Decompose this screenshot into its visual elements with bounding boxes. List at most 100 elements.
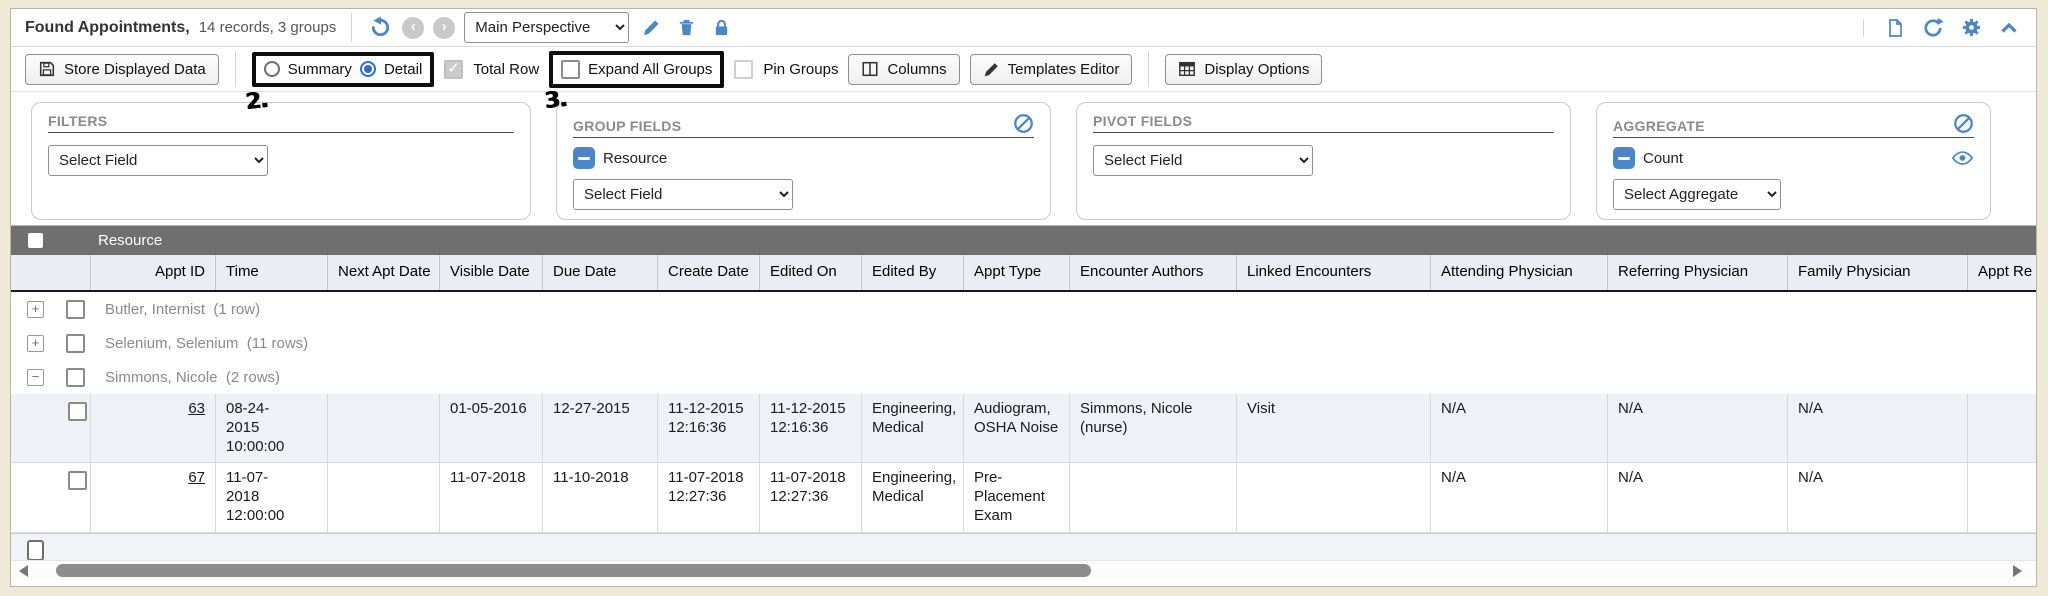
pin-groups-checkbox[interactable]	[734, 60, 753, 79]
lock-icon	[712, 18, 731, 37]
edit-perspective-button[interactable]	[638, 15, 664, 41]
column-header-family-physician[interactable]: Family Physician	[1788, 255, 1968, 290]
cell-due-date: 12-27-2015	[543, 394, 658, 462]
scroll-left-arrow[interactable]	[19, 565, 28, 577]
appt-id-link[interactable]: 63	[188, 400, 205, 417]
cell-due-date: 11-10-2018	[543, 463, 658, 531]
cell-appt-re	[1968, 463, 2036, 531]
column-header-next-apt-date[interactable]: Next Apt Date	[328, 255, 440, 290]
table-row: 67 11-07-2018 12:00:00 11-07-2018 11-10-…	[11, 463, 2036, 532]
settings-button[interactable]	[1958, 15, 1984, 41]
gear-icon	[1961, 17, 1982, 38]
select-all-checkbox[interactable]	[28, 233, 43, 248]
divider	[1148, 51, 1149, 87]
column-header-visible-date[interactable]: Visible Date	[440, 255, 543, 290]
columns-icon	[861, 60, 879, 78]
summary-radio[interactable]	[264, 61, 280, 77]
next-perspective-button[interactable]: ›	[433, 17, 455, 39]
ban-icon	[1953, 113, 1974, 134]
scroll-right-arrow[interactable]	[2013, 565, 2022, 577]
save-icon	[38, 60, 56, 78]
expand-all-groups-checkbox[interactable]	[561, 60, 580, 79]
prev-perspective-button[interactable]: ‹	[402, 17, 424, 39]
aggregate-select[interactable]: Select Aggregate	[1613, 179, 1781, 210]
cell-linked-encounters	[1237, 463, 1431, 531]
refresh-icon	[1922, 17, 1944, 39]
table-grid-icon	[1178, 60, 1196, 78]
expand-group-button[interactable]: +	[27, 335, 44, 352]
row-checkbox[interactable]	[68, 471, 87, 490]
expand-group-button[interactable]: +	[27, 301, 44, 318]
pivot-fields-panel: PIVOT FIELDS Select Field	[1076, 102, 1571, 220]
collapse-panel-button[interactable]	[1996, 15, 2022, 41]
row-checkbox[interactable]	[68, 402, 87, 421]
resource-group-chip-label: Resource	[603, 150, 667, 167]
cell-encounter-authors: Simmons, Nicole (nurse)	[1070, 394, 1237, 462]
column-header-edited-on[interactable]: Edited On	[760, 255, 862, 290]
column-header-edited-by[interactable]: Edited By	[862, 255, 964, 290]
aggregate-title: AGGREGATE	[1613, 118, 1705, 134]
summary-detail-highlight-box: Summary Detail 2.	[252, 52, 435, 87]
toggle-aggregate-visibility-button[interactable]	[1951, 150, 1974, 166]
total-row-checkbox[interactable]	[444, 60, 463, 79]
found-appointments-panel: Found Appointments, 14 records, 3 groups…	[10, 8, 2037, 587]
clear-aggregate-button[interactable]	[1953, 113, 1974, 134]
column-header-appt-re[interactable]: Appt Re	[1968, 255, 2036, 290]
columns-button[interactable]: Columns	[848, 54, 959, 85]
column-header-appt-type[interactable]: Appt Type	[964, 255, 1070, 290]
delete-perspective-button[interactable]	[673, 15, 699, 41]
column-header-attending-physician[interactable]: Attending Physician	[1431, 255, 1608, 290]
group-fields-title: GROUP FIELDS	[573, 118, 681, 134]
cell-visible-date: 01-05-2016	[440, 394, 543, 462]
pencil-icon	[642, 18, 661, 37]
lock-perspective-button[interactable]	[708, 15, 734, 41]
cell-edited-by: Engineering, Medical	[862, 394, 964, 462]
column-header-linked-encounters[interactable]: Linked Encounters	[1237, 255, 1431, 290]
new-document-button[interactable]	[1882, 15, 1908, 41]
group-checkbox[interactable]	[66, 300, 85, 319]
store-displayed-data-button[interactable]: Store Displayed Data	[25, 54, 219, 85]
cell-family-physician: N/A	[1788, 394, 1968, 462]
filters-field-select[interactable]: Select Field	[48, 145, 268, 176]
column-header-time[interactable]: Time	[216, 255, 328, 290]
header-right-tools	[1857, 15, 2022, 41]
display-options-button[interactable]: Display Options	[1165, 54, 1322, 85]
undo-button[interactable]	[367, 15, 393, 41]
detail-radio[interactable]	[360, 61, 376, 77]
column-header-due-date[interactable]: Due Date	[543, 255, 658, 290]
pivot-fields-title: PIVOT FIELDS	[1093, 113, 1192, 129]
group-checkbox[interactable]	[66, 368, 85, 387]
cell-appt-type: Pre-Placement Exam	[964, 463, 1070, 531]
column-header-referring-physician[interactable]: Referring Physician	[1608, 255, 1788, 290]
pin-groups-label: Pin Groups	[763, 61, 838, 78]
group-label: Selenium, Selenium	[105, 335, 238, 352]
appt-id-link[interactable]: 67	[188, 469, 205, 486]
chevron-up-icon	[1999, 18, 2019, 38]
collapse-group-button[interactable]: −	[27, 369, 44, 386]
perspective-select[interactable]: Main Perspective	[464, 12, 629, 43]
group-checkbox[interactable]	[66, 334, 85, 353]
header-bar: Found Appointments, 14 records, 3 groups…	[11, 9, 2036, 47]
refresh-button[interactable]	[1920, 15, 1946, 41]
page-title: Found Appointments,	[25, 19, 190, 37]
group-field-select[interactable]: Select Field	[573, 179, 793, 210]
clear-group-fields-button[interactable]	[1013, 113, 1034, 134]
column-header-encounter-authors[interactable]: Encounter Authors	[1070, 255, 1237, 290]
remove-resource-group-button[interactable]	[573, 147, 595, 169]
divider	[351, 13, 352, 42]
column-header-create-date[interactable]: Create Date	[658, 255, 760, 290]
horizontal-scrollbar[interactable]	[11, 560, 2036, 582]
scrollbar-thumb[interactable]	[56, 564, 1091, 577]
pivot-field-select[interactable]: Select Field	[1093, 145, 1313, 176]
group-count: (1 row)	[213, 301, 260, 318]
group-label: Simmons, Nicole	[105, 369, 218, 386]
remove-count-aggregate-button[interactable]	[1613, 147, 1635, 169]
trash-icon	[677, 18, 696, 37]
cell-create-date: 11-12-2015 12:16:36	[658, 394, 760, 462]
document-icon	[1885, 18, 1905, 38]
templates-editor-button[interactable]: Templates Editor	[970, 54, 1133, 85]
expand-all-groups-highlight-box: Expand All Groups 3.	[549, 51, 724, 88]
toolbar: Store Displayed Data Summary Detail 2. T…	[11, 47, 2036, 92]
footer-checkbox[interactable]	[27, 540, 44, 561]
column-header-appt-id[interactable]: Appt ID	[91, 255, 216, 290]
